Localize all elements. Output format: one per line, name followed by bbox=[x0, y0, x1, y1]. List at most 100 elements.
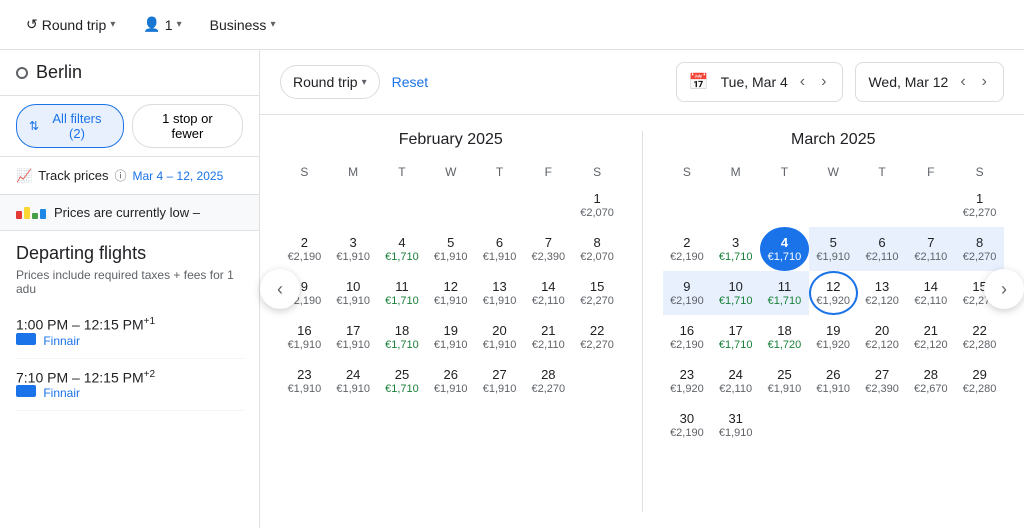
calendar-day[interactable]: 28€2,670 bbox=[906, 359, 955, 403]
calendar-day[interactable]: 28€2,270 bbox=[524, 359, 573, 403]
empty-cell bbox=[663, 183, 712, 227]
day-price: €1,910 bbox=[288, 383, 322, 395]
calendar-day[interactable]: 12€1,920 bbox=[809, 271, 858, 315]
calendar-day[interactable]: 13€1,910 bbox=[475, 271, 524, 315]
passengers-button[interactable]: 👤 1 ▾ bbox=[133, 10, 191, 39]
calendar-day[interactable]: 22€2,280 bbox=[955, 315, 1004, 359]
empty-cell bbox=[858, 183, 907, 227]
calendar-day[interactable]: 23€1,920 bbox=[663, 359, 712, 403]
calendar-day[interactable]: 10€1,910 bbox=[329, 271, 378, 315]
calendar-day[interactable]: 27€2,390 bbox=[858, 359, 907, 403]
calendar-day[interactable]: 17€1,710 bbox=[711, 315, 760, 359]
day-price: €2,270 bbox=[580, 339, 614, 351]
calendar-day[interactable]: 7€2,110 bbox=[906, 227, 955, 271]
calendar-day[interactable]: 27€1,910 bbox=[475, 359, 524, 403]
calendar-day[interactable]: 20€2,120 bbox=[858, 315, 907, 359]
calendar-day[interactable]: 25€1,910 bbox=[760, 359, 809, 403]
calendar-day[interactable]: 24€2,110 bbox=[711, 359, 760, 403]
march-calendar: March 2025SMTWTFS1€2,2702€2,1903€1,7104€… bbox=[643, 115, 1024, 528]
calendar-day[interactable]: 19€1,920 bbox=[809, 315, 858, 359]
day-header: F bbox=[524, 161, 573, 183]
stops-filter-button[interactable]: 1 stop or fewer bbox=[132, 104, 243, 148]
calendar-day[interactable]: 12€1,910 bbox=[426, 271, 475, 315]
calendar-day[interactable]: 2€2,190 bbox=[663, 227, 712, 271]
calendar-day[interactable]: 19€1,910 bbox=[426, 315, 475, 359]
calendar-day[interactable]: 11€1,710 bbox=[378, 271, 427, 315]
depart-prev-button[interactable]: ‹ bbox=[796, 71, 809, 93]
calendar-day[interactable]: 18€1,710 bbox=[378, 315, 427, 359]
day-price: €1,910 bbox=[288, 339, 322, 351]
calendar-overlay: Round trip ▾ Reset 📅 Tue, Mar 4 ‹ › Wed,… bbox=[260, 50, 1024, 528]
depart-next-button[interactable]: › bbox=[817, 71, 830, 93]
trip-type-button[interactable]: ↺ Round trip ▾ bbox=[16, 10, 125, 39]
calendar-day[interactable]: 10€1,710 bbox=[711, 271, 760, 315]
day-price: €1,910 bbox=[434, 295, 468, 307]
calendar-day[interactable]: 3€1,710 bbox=[711, 227, 760, 271]
day-price: €1,920 bbox=[816, 339, 850, 351]
calendar-day[interactable]: 6€1,910 bbox=[475, 227, 524, 271]
flight-item-2[interactable]: 7:10 PM – 12:15 PM+2 Finnair bbox=[16, 359, 243, 412]
calendar-day[interactable]: 29€2,280 bbox=[955, 359, 1004, 403]
calendar-day[interactable]: 8€2,070 bbox=[573, 227, 622, 271]
calendar-day[interactable]: 8€2,270 bbox=[955, 227, 1004, 271]
calendar-prev-arrow[interactable]: ‹ bbox=[260, 269, 300, 309]
round-trip-select[interactable]: Round trip ▾ bbox=[280, 65, 380, 99]
reset-button[interactable]: Reset bbox=[392, 74, 429, 90]
calendar-day[interactable]: 21€2,110 bbox=[524, 315, 573, 359]
empty-cell bbox=[906, 183, 955, 227]
day-price: €1,710 bbox=[768, 251, 802, 263]
calendar-day[interactable]: 31€1,910 bbox=[711, 403, 760, 447]
calendar-next-arrow[interactable]: › bbox=[984, 269, 1024, 309]
day-number: 16 bbox=[297, 323, 311, 339]
calendar-day[interactable]: 7€2,390 bbox=[524, 227, 573, 271]
day-price: €2,070 bbox=[580, 207, 614, 219]
calendars-container: February 2025SMTWTFS1€2,0702€2,1903€1,91… bbox=[260, 115, 1024, 528]
day-header: S bbox=[280, 161, 329, 183]
calendar-day[interactable]: 30€2,190 bbox=[663, 403, 712, 447]
calendar-day[interactable]: 13€2,120 bbox=[858, 271, 907, 315]
calendar-day[interactable]: 14€2,110 bbox=[906, 271, 955, 315]
calendar-day[interactable]: 26€1,910 bbox=[809, 359, 858, 403]
calendar-day[interactable]: 2€2,190 bbox=[280, 227, 329, 271]
calendar-day[interactable]: 9€2,190 bbox=[663, 271, 712, 315]
calendar-header: Round trip ▾ Reset 📅 Tue, Mar 4 ‹ › Wed,… bbox=[260, 50, 1024, 115]
feb-cal-grid: SMTWTFS1€2,0702€2,1903€1,9104€1,7105€1,9… bbox=[280, 161, 622, 403]
flight-item-1[interactable]: 1:00 PM – 12:15 PM+1 Finnair bbox=[16, 306, 243, 359]
calendar-day[interactable]: 11€1,710 bbox=[760, 271, 809, 315]
calendar-day[interactable]: 1€2,270 bbox=[955, 183, 1004, 227]
trip-type-chevron: ▾ bbox=[110, 19, 115, 30]
calendar-day[interactable]: 18€1,720 bbox=[760, 315, 809, 359]
info-icon: ⓘ bbox=[115, 167, 127, 184]
calendar-day[interactable]: 5€1,910 bbox=[426, 227, 475, 271]
calendar-day[interactable]: 17€1,910 bbox=[329, 315, 378, 359]
calendar-day[interactable]: 5€1,910 bbox=[809, 227, 858, 271]
day-number: 7 bbox=[927, 235, 934, 251]
calendar-day[interactable]: 24€1,910 bbox=[329, 359, 378, 403]
day-number: 2 bbox=[301, 235, 308, 251]
day-price: €1,720 bbox=[768, 339, 802, 351]
calendar-day[interactable]: 22€2,270 bbox=[573, 315, 622, 359]
calendar-day[interactable]: 26€1,910 bbox=[426, 359, 475, 403]
calendar-day[interactable]: 16€1,910 bbox=[280, 315, 329, 359]
all-filters-button[interactable]: ⇅ All filters (2) bbox=[16, 104, 124, 148]
calendar-day[interactable]: 16€2,190 bbox=[663, 315, 712, 359]
calendar-day[interactable]: 14€2,110 bbox=[524, 271, 573, 315]
calendar-day[interactable]: 4€1,710 bbox=[378, 227, 427, 271]
cabin-chevron: ▾ bbox=[270, 19, 275, 30]
calendar-day[interactable]: 3€1,910 bbox=[329, 227, 378, 271]
return-prev-button[interactable]: ‹ bbox=[956, 71, 969, 93]
calendar-day[interactable]: 6€2,110 bbox=[858, 227, 907, 271]
return-next-button[interactable]: › bbox=[978, 71, 991, 93]
calendar-day[interactable]: 15€2,270 bbox=[573, 271, 622, 315]
calendar-day[interactable]: 20€1,910 bbox=[475, 315, 524, 359]
calendar-day[interactable]: 25€1,710 bbox=[378, 359, 427, 403]
calendar-day[interactable]: 23€1,910 bbox=[280, 359, 329, 403]
track-prices[interactable]: 📈 Track prices ⓘ Mar 4 – 12, 2025 bbox=[0, 157, 259, 195]
day-header: M bbox=[329, 161, 378, 183]
cabin-button[interactable]: Business ▾ bbox=[200, 11, 286, 39]
calendar-day[interactable]: 1€2,070 bbox=[573, 183, 622, 227]
person-icon: 👤 bbox=[143, 16, 160, 33]
empty-cell bbox=[280, 183, 329, 227]
calendar-day[interactable]: 4€1,710 bbox=[760, 227, 809, 271]
calendar-day[interactable]: 21€2,120 bbox=[906, 315, 955, 359]
